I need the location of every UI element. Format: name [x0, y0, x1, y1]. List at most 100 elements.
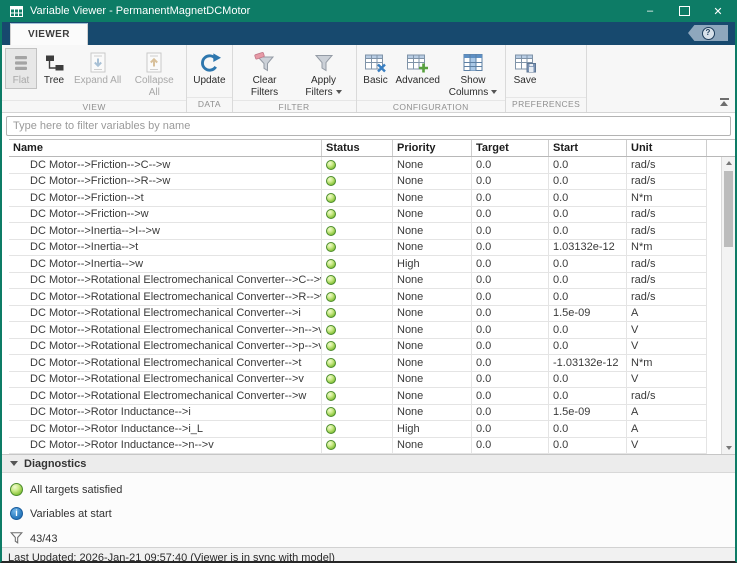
collapse-all-label: Collapse All [134, 75, 174, 98]
scroll-up-icon [725, 161, 732, 165]
section-caption-filter: FILTER [232, 100, 356, 112]
column-header-target[interactable]: Target [472, 140, 549, 156]
table-row[interactable]: DC Motor-->Inertia-->I-->w None 0.0 0.0 rad/… [9, 223, 707, 240]
column-header-start[interactable]: Start [549, 140, 627, 156]
save-button[interactable]: Save [509, 48, 541, 89]
maximize-button[interactable] [667, 0, 701, 22]
toolstrip-section-view: Flat Tree Expand All Collapse All VIEW [2, 45, 188, 112]
status-cell [322, 272, 393, 288]
apply-filters-button[interactable]: Apply Filters [295, 48, 353, 100]
help-button[interactable]: ? [688, 25, 728, 41]
toolstrip-section-filter: Clear Filters Apply Filters FILTER [232, 45, 357, 112]
target-cell: 0.0 [472, 272, 549, 288]
scroll-up-button[interactable] [722, 157, 735, 169]
toolstrip: Flat Tree Expand All Collapse All VIEW U… [2, 45, 735, 113]
status-ok-icon [326, 176, 336, 187]
priority-cell: None [393, 371, 472, 387]
status-cell [322, 239, 393, 255]
chevron-down-icon [335, 89, 342, 94]
unit-cell: rad/s [627, 206, 707, 222]
title-bar: Variable Viewer - PermanentMagnetDCMotor… [2, 0, 735, 22]
priority-cell: None [393, 190, 472, 206]
column-header-unit[interactable]: Unit [627, 140, 707, 156]
table-row[interactable]: DC Motor-->Rotational Electromechanical … [9, 338, 707, 355]
status-ok-icon [326, 159, 336, 170]
priority-cell: None [393, 437, 472, 453]
save-label: Save [513, 75, 537, 86]
table-row[interactable]: DC Motor-->Rotational Electromechanical … [9, 322, 707, 339]
column-header-name[interactable]: Name [9, 140, 322, 156]
variable-name-cell: DC Motor-->Friction-->t [9, 190, 322, 206]
update-icon [198, 50, 221, 75]
priority-cell: None [393, 272, 472, 288]
table-row[interactable]: DC Motor-->Inertia-->t None 0.0 1.03132e-12… [9, 239, 707, 256]
table-row[interactable]: DC Motor-->Rotational Electromechanical … [9, 355, 707, 372]
table-row[interactable]: DC Motor-->Rotor Inductance-->i_L High 0.0… [9, 421, 707, 438]
table-row[interactable]: DC Motor-->Rotational Electromechanical … [9, 305, 707, 322]
unit-cell: V [627, 338, 707, 354]
priority-cell: None [393, 289, 472, 305]
diagnostics-header[interactable]: Diagnostics [2, 454, 735, 473]
table-row[interactable]: DC Motor-->Friction-->t None 0.0 0.0 N*m [9, 190, 707, 207]
minimize-button[interactable]: – [633, 0, 667, 22]
scrollbar-thumb[interactable] [724, 171, 733, 247]
unit-cell: rad/s [627, 223, 707, 239]
variable-name-cell: DC Motor-->Friction-->C-->w [9, 157, 322, 173]
status-ok-icon [326, 291, 336, 302]
status-cell [322, 173, 393, 189]
status-ok-icon [326, 192, 336, 203]
table-row[interactable]: DC Motor-->Friction-->C-->w None 0.0 0.0 rad… [9, 157, 707, 174]
flat-icon [11, 50, 31, 75]
target-cell: 0.0 [472, 256, 549, 272]
table-row[interactable]: DC Motor-->Friction-->R-->w None 0.0 0.0 rad… [9, 173, 707, 190]
status-ok-icon [326, 209, 336, 220]
table-row[interactable]: DC Motor-->Rotational Electromechanical … [9, 272, 707, 289]
table-row[interactable]: DC Motor-->Rotational Electromechanical … [9, 289, 707, 306]
column-header-status[interactable]: Status [322, 140, 393, 156]
collapse-toolstrip-button[interactable] [719, 98, 729, 106]
close-button[interactable]: ✕ [701, 0, 735, 22]
flat-button[interactable]: Flat [5, 48, 37, 89]
chevron-down-icon [491, 89, 498, 94]
basic-button[interactable]: Basic [360, 48, 392, 89]
status-cell [322, 223, 393, 239]
update-button[interactable]: Update [190, 48, 228, 89]
variable-name-cell: DC Motor-->Friction-->R-->w [9, 173, 322, 189]
variable-viewer-window: Variable Viewer - PermanentMagnetDCMotor… [0, 0, 737, 563]
status-cell [322, 371, 393, 387]
show-columns-button[interactable]: Show Columns [444, 48, 502, 100]
status-cell [322, 404, 393, 420]
table-row[interactable]: DC Motor-->Rotational Electromechanical … [9, 388, 707, 405]
update-label: Update [193, 75, 226, 86]
column-header-priority[interactable]: Priority [393, 140, 472, 156]
scroll-down-button[interactable] [722, 442, 735, 454]
table-row[interactable]: DC Motor-->Friction-->w None 0.0 0.0 rad/s [9, 206, 707, 223]
table-row[interactable]: DC Motor-->Rotor Inductance-->i None 0.0 1.… [9, 404, 707, 421]
clear-filters-label: Clear Filters [250, 75, 279, 98]
basic-config-icon [364, 50, 387, 75]
tab-viewer[interactable]: VIEWER [10, 23, 88, 45]
last-updated-text: Last Updated: 2026-Jan-21 09:57:40 (View… [8, 552, 335, 563]
variable-name-cell: DC Motor-->Inertia-->I-->w [9, 223, 322, 239]
target-cell: 0.0 [472, 322, 549, 338]
table-row[interactable]: DC Motor-->Rotational Electromechanical … [9, 371, 707, 388]
tree-button[interactable]: Tree [38, 48, 70, 89]
status-cell [322, 421, 393, 437]
expand-all-button: Expand All [71, 48, 124, 89]
diagnostics-panel: All targets satisfied i Variables at sta… [2, 473, 735, 547]
advanced-button[interactable]: Advanced [393, 48, 443, 89]
window-title: Variable Viewer - PermanentMagnetDCMotor [30, 5, 251, 17]
priority-cell: None [393, 173, 472, 189]
start-cell: 0.0 [549, 272, 627, 288]
vertical-scrollbar[interactable] [721, 157, 735, 454]
save-icon [514, 50, 537, 75]
clear-filters-icon [253, 50, 276, 75]
clear-filters-button[interactable]: Clear Filters [236, 48, 294, 100]
status-ok-icon [326, 390, 336, 401]
priority-cell: None [393, 157, 472, 173]
filter-input[interactable] [6, 116, 731, 136]
table-row[interactable]: DC Motor-->Rotor Inductance-->n-->v None 0… [9, 437, 707, 454]
status-ok-icon [326, 357, 336, 368]
table-row[interactable]: DC Motor-->Inertia-->w High 0.0 0.0 rad/s [9, 256, 707, 273]
status-cell [322, 190, 393, 206]
